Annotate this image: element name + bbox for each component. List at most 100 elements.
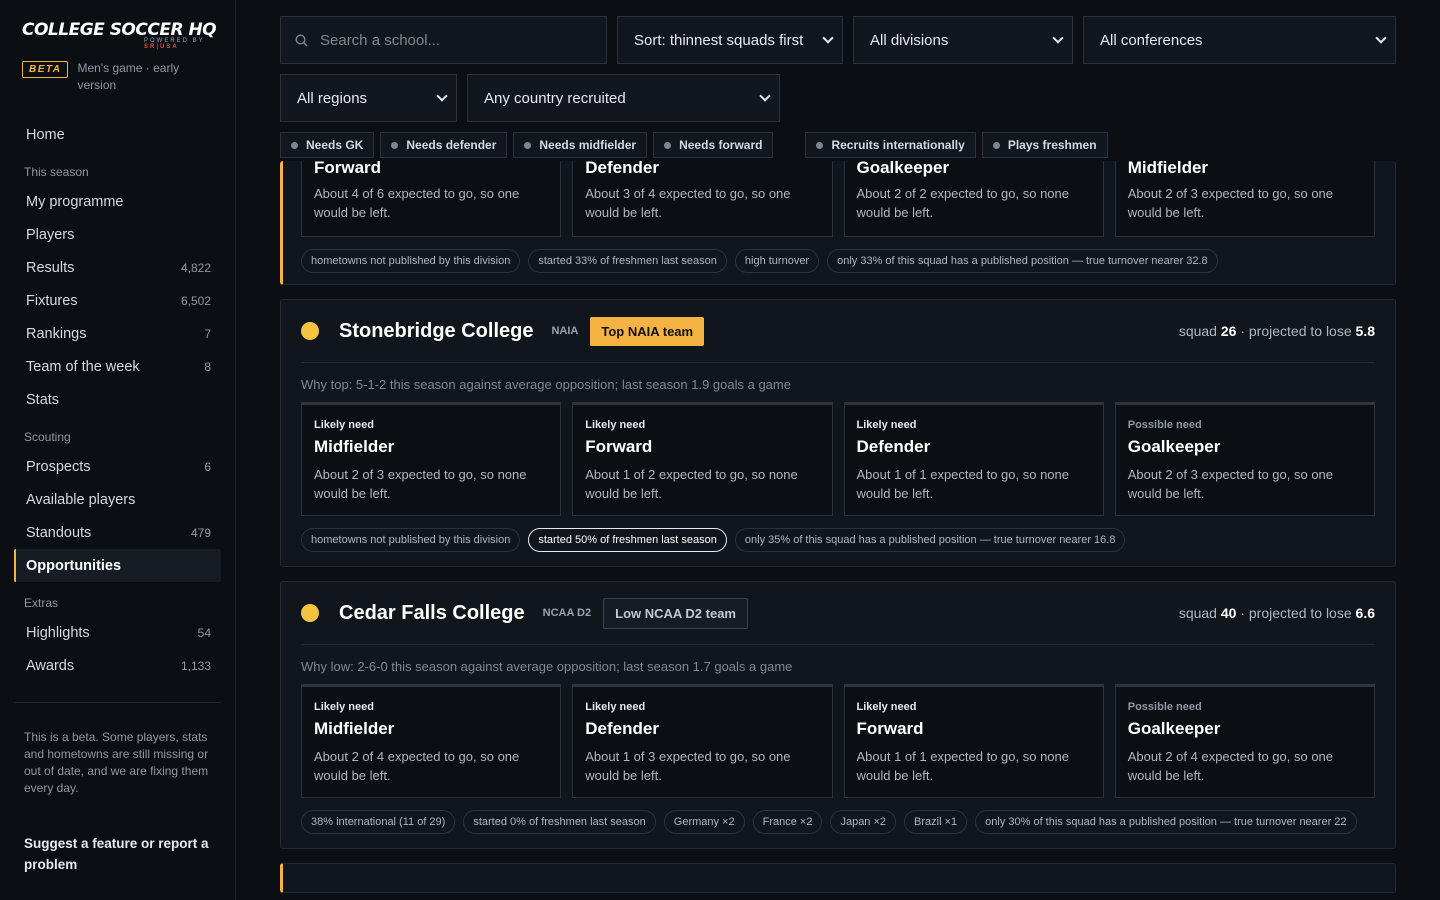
filter-chips: Needs GK Needs defender Needs midfielder Ne… [280, 132, 1396, 158]
feedback-link[interactable]: Suggest a feature or report a problem [24, 833, 211, 875]
need-kind-label: Likely need [856, 419, 917, 431]
filter-chip[interactable]: Recruits internationally [805, 132, 976, 158]
filter-chip[interactable]: Needs forward [653, 132, 774, 158]
nav-item-count: 7 [204, 326, 211, 341]
need-card[interactable]: Midfielder About 2 of 3 expected to go, s… [1114, 158, 1375, 237]
need-card[interactable]: Defender About 3 of 4 expected to go, so … [572, 158, 833, 237]
filter-chip[interactable]: Needs defender [380, 132, 508, 158]
nav-item-my-programme[interactable]: My programme [14, 185, 221, 218]
toggle-dot-icon [992, 141, 1000, 149]
nav-item-standouts[interactable]: Standouts 479 [14, 516, 221, 549]
info-tag[interactable]: started 0% of freshmen last season [463, 810, 656, 834]
need-card[interactable]: Goalkeeper About 2 of 2 expected to go, s… [843, 158, 1104, 237]
nav-item-available-players[interactable]: Available players [14, 483, 221, 516]
need-position: Forward [314, 158, 382, 177]
tags-row: 38% international (11 of 29) started 0% o… [301, 798, 1375, 848]
info-tag[interactable]: 38% international (11 of 29) [301, 810, 456, 834]
need-position: Midfielder [314, 719, 395, 738]
info-tag[interactable]: France ×2 [752, 810, 823, 834]
need-card[interactable]: Likely need Midfielder About 2 of 4 expect… [301, 684, 562, 798]
nav-item-players[interactable]: Players [14, 218, 221, 251]
info-tag[interactable]: only 30% of this squad has a published p… [975, 810, 1357, 834]
lose-prefix: · projected to lose [1240, 605, 1352, 621]
nav-item-home[interactable]: Home [14, 118, 221, 151]
nav-item-team-of-the-week[interactable]: Team of the week 8 [14, 350, 221, 383]
nav-item-count: 479 [190, 525, 211, 540]
school-card-partial: Forward About 4 of 6 expected to go, so o… [280, 158, 1396, 285]
division-select[interactable]: All divisions [853, 16, 1073, 64]
need-card[interactable]: Likely need Forward About 1 of 1 expected … [843, 684, 1104, 798]
filter-chip-label: Needs forward [679, 138, 763, 152]
chevron-down-icon [436, 90, 448, 102]
info-tag[interactable]: Japan ×2 [830, 810, 897, 834]
region-select[interactable]: All regions [280, 74, 457, 122]
division-label: NCAA D2 [542, 607, 592, 619]
chevron-down-icon [1052, 32, 1064, 44]
need-card[interactable]: Likely need Defender About 1 of 1 expected… [843, 402, 1104, 516]
nav-item-awards[interactable]: Awards 1,133 [14, 649, 221, 682]
need-description: About 2 of 3 expected to go, so one woul… [1127, 186, 1334, 220]
need-description: About 2 of 3 expected to go, so one woul… [1127, 467, 1334, 501]
need-card[interactable]: Forward About 4 of 6 expected to go, so o… [301, 158, 562, 237]
filter-chip[interactable]: Needs midfielder [513, 132, 648, 158]
country-select[interactable]: Any country recruited [467, 74, 780, 122]
nav-item-label: Rankings [26, 325, 87, 342]
nav-item-fixtures[interactable]: Fixtures 6,502 [14, 284, 221, 317]
info-tag[interactable]: high turnover [734, 249, 820, 273]
info-tag[interactable]: Germany ×2 [663, 810, 745, 834]
need-card[interactable]: Likely need Forward About 1 of 2 expected … [572, 402, 833, 516]
nav-item-highlights[interactable]: Highlights 54 [14, 616, 221, 649]
needs-row: Likely need Midfielder About 2 of 3 expect… [301, 402, 1375, 516]
info-tag[interactable]: hometowns not published by this division [301, 528, 521, 552]
nav-item-rankings[interactable]: Rankings 7 [14, 317, 221, 350]
squad-summary: squad 26 · projected to lose 5.8 [1179, 323, 1375, 339]
search-box[interactable] [280, 16, 607, 64]
filter-chip-label: Needs midfielder [539, 138, 637, 152]
info-tag[interactable]: only 33% of this squad has a published p… [827, 249, 1218, 273]
nav-item-prospects[interactable]: Prospects 6 [14, 450, 221, 483]
need-position: Defender [856, 437, 931, 456]
need-kind-label: Likely need [314, 701, 374, 713]
nav-section-title: Extras [24, 596, 59, 610]
info-tag[interactable]: started 50% of freshmen last season [528, 528, 727, 552]
info-tag[interactable]: Brazil ×1 [904, 810, 968, 834]
need-card[interactable]: Likely need Midfielder About 2 of 3 expect… [301, 402, 562, 516]
need-card[interactable]: Possible need Goalkeeper About 2 of 3 expe… [1114, 402, 1375, 516]
filter-chip[interactable]: Needs GK [280, 132, 375, 158]
school-card: Cedar Falls College NCAA D2 Low NCAA D2 te… [280, 581, 1396, 849]
chip-spacer [779, 132, 799, 158]
needs-row: Forward About 4 of 6 expected to go, so o… [301, 158, 1375, 237]
school-name[interactable]: Cedar Falls College [339, 602, 525, 625]
info-tag[interactable]: started 33% of freshmen last season [528, 249, 727, 273]
need-card[interactable]: Possible need Goalkeeper About 2 of 4 expe… [1114, 684, 1375, 798]
need-kind-label: Possible need [1127, 701, 1202, 713]
nav-item-results[interactable]: Results 4,822 [14, 251, 221, 284]
search-input[interactable] [320, 31, 590, 49]
need-position: Midfielder [1127, 158, 1209, 177]
sidebar-divider [14, 702, 221, 703]
lose-prefix: · projected to lose [1240, 323, 1352, 339]
filter-chip[interactable]: Plays freshmen [981, 132, 1108, 158]
rank-badge: Low NCAA D2 team [603, 597, 748, 629]
school-card-next [280, 863, 1396, 893]
school-name[interactable]: Stonebridge College [339, 320, 533, 343]
toggle-dot-icon [816, 141, 824, 149]
sort-select[interactable]: Sort: thinnest squads first [617, 16, 843, 64]
brand-logo[interactable]: College Soccer HQ [22, 20, 221, 40]
conference-select[interactable]: All conferences [1083, 16, 1396, 64]
beta-note: Men's game · early version [77, 61, 180, 92]
need-position: Forward [585, 437, 653, 456]
school-card: Stonebridge College NAIA Top NAIA team squa… [280, 299, 1396, 567]
chevron-down-icon [1375, 32, 1387, 44]
need-description: About 2 of 2 expected to go, so none wou… [856, 186, 1070, 220]
need-card[interactable]: Likely need Defender About 1 of 3 expected… [572, 684, 833, 798]
info-tag[interactable]: hometowns not published by this division [301, 249, 521, 273]
nav-item-label: Opportunities [26, 557, 122, 574]
info-tag[interactable]: only 35% of this squad has a published p… [734, 528, 1126, 552]
sidebar: College Soccer HQ powered by SR|USA BETA… [0, 0, 236, 900]
card-header: Cedar Falls College NCAA D2 Low NCAA D2 te… [301, 582, 1375, 644]
beta-disclaimer: This is a beta. Some players, stats and … [24, 730, 209, 795]
need-description: About 1 of 1 expected to go, so none wou… [856, 749, 1070, 783]
nav-item-opportunities[interactable]: Opportunities [14, 549, 221, 582]
nav-item-stats[interactable]: Stats [14, 383, 221, 416]
